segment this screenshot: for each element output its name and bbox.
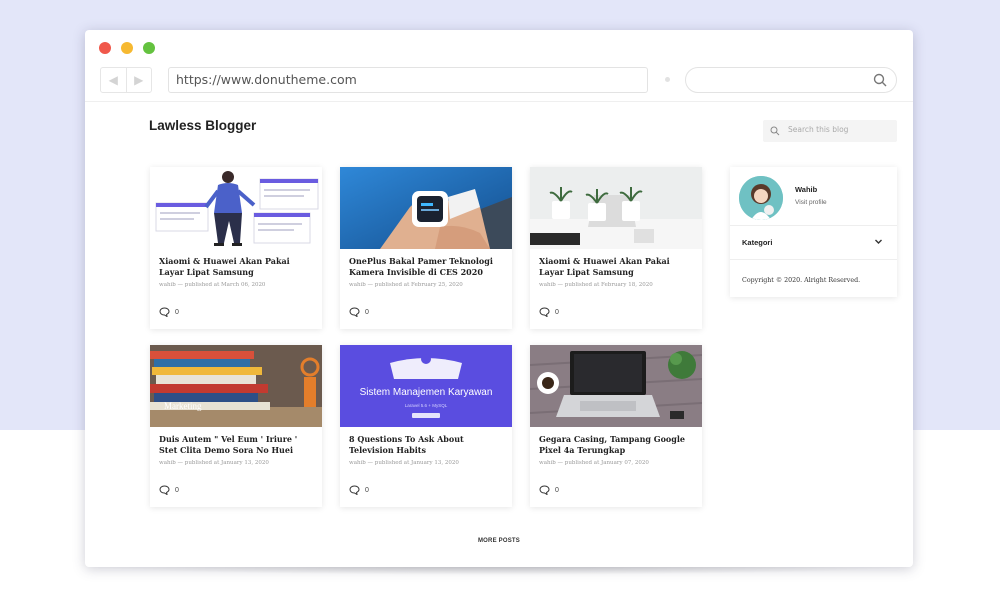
toolbar-separator-dot — [665, 77, 670, 82]
post-thumbnail-illustration[interactable] — [150, 167, 322, 249]
post-card[interactable]: OnePlus Bakal Pamer Teknologi Kamera Inv… — [340, 167, 512, 329]
comment-count-value: 0 — [175, 308, 179, 316]
post-meta: wahib — published at February 25, 2020 — [349, 282, 463, 288]
browser-window: ◀ ▶ https://www.donutheme.com Lawless Bl… — [85, 30, 913, 567]
copyright-text: Copyright © 2020. Alright Reserved. — [742, 277, 861, 284]
comment-icon — [539, 307, 550, 317]
comment-count-value: 0 — [365, 486, 369, 494]
comment-count[interactable]: 0 — [539, 307, 559, 317]
more-posts-link[interactable]: MORE POSTS — [85, 538, 913, 544]
post-card[interactable]: Marketing Duis Autem " Vel Eum ' Iriure … — [150, 345, 322, 507]
comment-count-value: 0 — [365, 308, 369, 316]
browser-chrome: ◀ ▶ https://www.donutheme.com — [85, 30, 913, 102]
comment-icon — [539, 485, 550, 495]
post-title[interactable]: 8 Questions To Ask About Television Habi… — [349, 434, 505, 455]
post-meta: wahib — published at January 13, 2020 — [349, 460, 459, 466]
thumbnail-subcaption: Laravel 5.6 + MySQL — [405, 403, 448, 408]
comment-icon — [159, 307, 170, 317]
post-card[interactable]: Sistem Manajemen Karyawan Laravel 5.6 + … — [340, 345, 512, 507]
sidebar-profile-widget: Wahib Visit profile Kategori Copyright ©… — [730, 167, 897, 297]
thumbnail-caption: Marketing — [164, 401, 202, 411]
post-card[interactable]: Gegara Casing, Tampang Google Pixel 4a T… — [530, 345, 702, 507]
search-icon — [770, 126, 780, 136]
chevron-left-icon: ◀ — [108, 73, 118, 87]
comment-count-value: 0 — [555, 486, 559, 494]
divider — [730, 259, 897, 260]
forward-button[interactable]: ▶ — [125, 68, 152, 92]
post-meta: wahib — published at February 18, 2020 — [539, 282, 653, 288]
post-meta: wahib — published at January 07, 2020 — [539, 460, 649, 466]
comment-count[interactable]: 0 — [349, 485, 369, 495]
chevron-down-icon[interactable] — [874, 237, 883, 246]
comment-icon — [349, 485, 360, 495]
divider — [730, 225, 897, 226]
post-title[interactable]: Xiaomi & Huawei Akan Pakai Layar Lipat S… — [159, 256, 315, 277]
profile-name: Wahib — [795, 185, 818, 194]
post-title[interactable]: Xiaomi & Huawei Akan Pakai Layar Lipat S… — [539, 256, 695, 277]
post-card[interactable]: Xiaomi & Huawei Akan Pakai Layar Lipat S… — [530, 167, 702, 329]
comment-count-value: 0 — [555, 308, 559, 316]
visit-profile-link[interactable]: Visit profile — [795, 199, 827, 206]
kategori-dropdown-label[interactable]: Kategori — [742, 238, 772, 247]
browser-search-field[interactable] — [685, 67, 897, 93]
post-thumbnail-plants[interactable] — [530, 167, 702, 249]
search-icon — [873, 73, 887, 87]
avatar[interactable] — [739, 176, 783, 220]
post-title[interactable]: OnePlus Bakal Pamer Teknologi Kamera Inv… — [349, 256, 505, 277]
post-title[interactable]: Gegara Casing, Tampang Google Pixel 4a T… — [539, 434, 695, 455]
thumbnail-caption: Sistem Manajemen Karyawan — [360, 387, 493, 398]
comment-count[interactable]: 0 — [159, 485, 179, 495]
post-title[interactable]: Duis Autem " Vel Eum ' Iriure ' Stet Cli… — [159, 434, 315, 455]
minimize-window-button[interactable] — [121, 42, 133, 54]
comment-icon — [159, 485, 170, 495]
comment-count[interactable]: 0 — [539, 485, 559, 495]
blog-search-input[interactable]: Search this blog — [763, 120, 897, 142]
blog-title[interactable]: Lawless Blogger — [149, 118, 256, 133]
comment-icon — [349, 307, 360, 317]
navigation-buttons: ◀ ▶ — [100, 67, 152, 93]
address-bar[interactable]: https://www.donutheme.com — [168, 67, 648, 93]
post-thumbnail-sistem-manajemen[interactable]: Sistem Manajemen Karyawan Laravel 5.6 + … — [340, 345, 512, 427]
comment-count-value: 0 — [175, 486, 179, 494]
search-placeholder: Search this blog — [788, 125, 849, 134]
comment-count[interactable]: 0 — [349, 307, 369, 317]
back-button[interactable]: ◀ — [101, 68, 126, 92]
post-meta: wahib — published at January 13, 2020 — [159, 460, 269, 466]
chevron-right-icon: ▶ — [134, 73, 144, 87]
post-meta: wahib — published at March 06, 2020 — [159, 282, 266, 288]
post-thumbnail-laptop[interactable] — [530, 345, 702, 427]
close-window-button[interactable] — [99, 42, 111, 54]
comment-count[interactable]: 0 — [159, 307, 179, 317]
post-card[interactable]: Xiaomi & Huawei Akan Pakai Layar Lipat S… — [150, 167, 322, 329]
maximize-window-button[interactable] — [143, 42, 155, 54]
post-thumbnail-smartwatch[interactable] — [340, 167, 512, 249]
post-thumbnail-books[interactable]: Marketing — [150, 345, 322, 427]
